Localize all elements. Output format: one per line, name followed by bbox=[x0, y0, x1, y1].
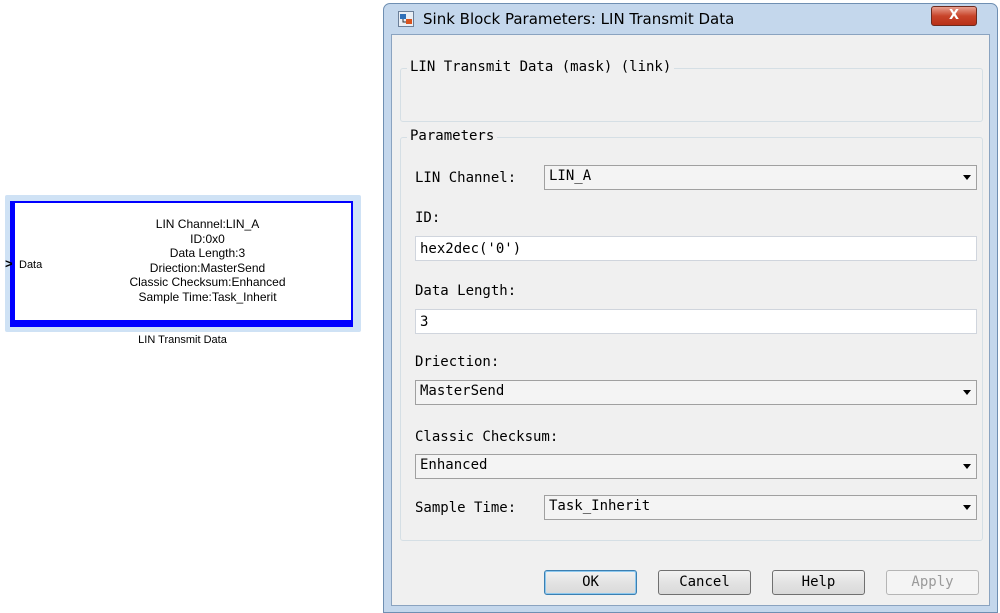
classic-checksum-label: Classic Checksum: bbox=[415, 429, 559, 445]
dialog-title-bar[interactable]: Sink Block Parameters: LIN Transmit Data… bbox=[384, 4, 997, 34]
chevron-down-icon bbox=[963, 175, 971, 180]
block-info-line: Driection:MasterSend bbox=[149, 260, 266, 275]
lin-channel-label: LIN Channel: bbox=[415, 170, 517, 186]
dialog-title: Sink Block Parameters: LIN Transmit Data bbox=[423, 10, 735, 28]
description-group: LIN Transmit Data (mask) (link) bbox=[400, 59, 983, 122]
close-button[interactable]: X bbox=[931, 6, 977, 26]
simulink-block-icon bbox=[398, 11, 414, 27]
block-bottom-edge bbox=[12, 320, 351, 325]
dialog-client-area: LIN Transmit Data (mask) (link) Paramete… bbox=[391, 34, 990, 606]
ok-button[interactable]: OK bbox=[544, 570, 637, 595]
description-group-title: LIN Transmit Data (mask) (link) bbox=[407, 59, 675, 75]
input-port-label: Data bbox=[19, 259, 43, 271]
classic-checksum-value: Enhanced bbox=[420, 457, 488, 473]
data-length-field[interactable] bbox=[415, 309, 977, 334]
chevron-down-icon bbox=[963, 390, 971, 395]
block-info-line: Classic Checksum:Enhanced bbox=[129, 275, 286, 289]
data-length-input[interactable] bbox=[416, 310, 976, 333]
direction-label: Driection: bbox=[415, 354, 500, 370]
id-label: ID: bbox=[415, 210, 441, 226]
parameters-group-title: Parameters bbox=[407, 128, 498, 144]
close-icon: X bbox=[948, 8, 960, 23]
input-port-arrow-icon[interactable]: > bbox=[5, 257, 13, 270]
direction-value: MasterSend bbox=[420, 383, 505, 399]
block-info-line: ID:0x0 bbox=[190, 231, 225, 246]
chevron-down-icon bbox=[963, 505, 971, 510]
block-info-text: LIN Channel:LIN_A ID:0x0 Data Length:3 D… bbox=[62, 217, 353, 304]
data-length-label: Data Length: bbox=[415, 283, 517, 299]
block-info-line: Sample Time:Task_Inherit bbox=[138, 289, 277, 304]
chevron-down-icon bbox=[963, 464, 971, 469]
help-button[interactable]: Help bbox=[772, 570, 865, 595]
cancel-button[interactable]: Cancel bbox=[658, 570, 751, 595]
direction-dropdown[interactable]: MasterSend bbox=[415, 380, 977, 405]
id-field[interactable] bbox=[415, 236, 977, 261]
classic-checksum-dropdown[interactable]: Enhanced bbox=[415, 454, 977, 479]
lin-transmit-block[interactable]: LIN Channel:LIN_A ID:0x0 Data Length:3 D… bbox=[10, 201, 353, 327]
lin-channel-dropdown[interactable]: LIN_A bbox=[544, 165, 977, 190]
sample-time-value: Task_Inherit bbox=[549, 498, 651, 514]
id-input[interactable] bbox=[416, 237, 976, 260]
block-info-line: LIN Channel:LIN_A bbox=[155, 217, 260, 231]
sample-time-dropdown[interactable]: Task_Inherit bbox=[544, 495, 977, 520]
lin-channel-value: LIN_A bbox=[549, 168, 592, 184]
parameters-group: Parameters bbox=[400, 128, 983, 541]
block-info-line: Data Length:3 bbox=[169, 246, 246, 260]
block-name-label[interactable]: LIN Transmit Data bbox=[0, 334, 365, 346]
apply-button[interactable]: Apply bbox=[886, 570, 979, 595]
block-parameters-dialog: Sink Block Parameters: LIN Transmit Data… bbox=[383, 3, 998, 613]
sample-time-label: Sample Time: bbox=[415, 500, 517, 516]
